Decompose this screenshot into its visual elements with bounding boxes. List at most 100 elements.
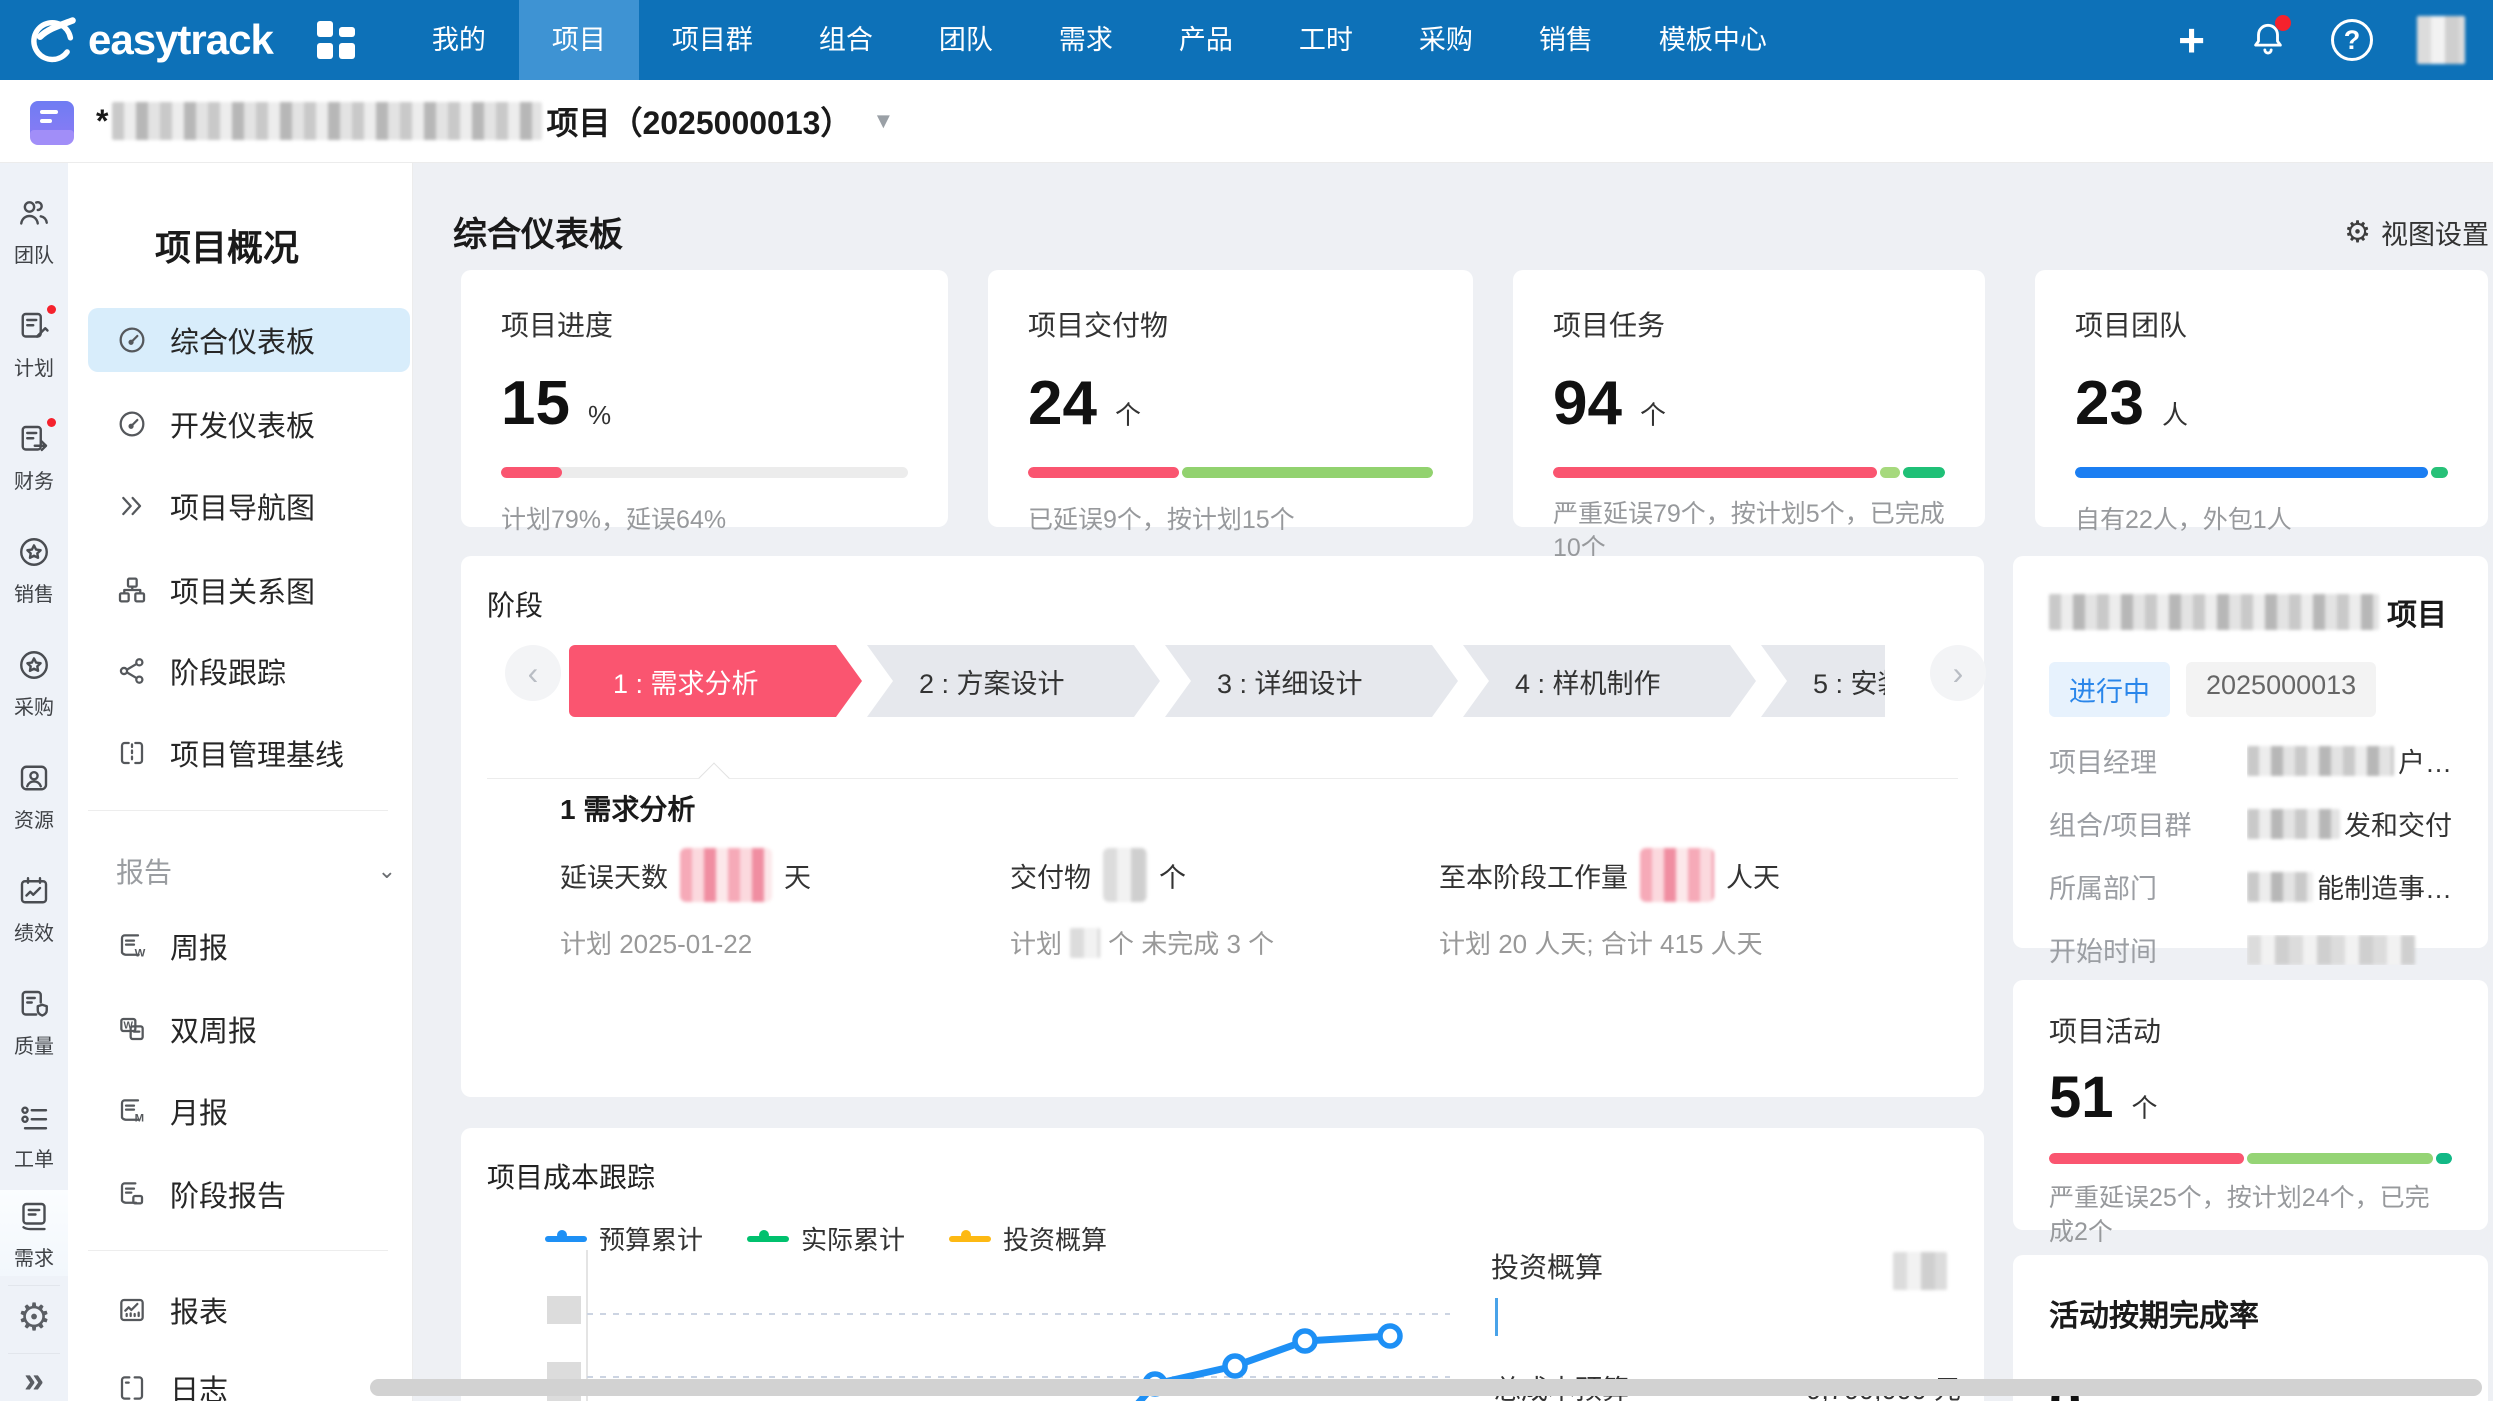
sidebar-item-log[interactable]: 日志 [88, 1356, 410, 1401]
sidebar-item-weekly-report[interactable]: W 周报 [88, 914, 410, 978]
progress-bar [2075, 467, 2448, 478]
sidebar-item-dev-dashboard[interactable]: 开发仪表板 [88, 392, 410, 456]
sidebar-item-biweekly-report[interactable]: W 双周报 [88, 997, 410, 1061]
sidebar-item-stage-tracking[interactable]: 阶段跟踪 [88, 639, 410, 703]
status-badge: 进行中 [2049, 662, 2170, 717]
kpi-title: 项目交付物 [1028, 304, 1433, 344]
redacted-value [2247, 935, 2415, 965]
apps-grid-icon[interactable] [313, 17, 359, 63]
kpi-caption: 已延误9个，按计划15个 [1028, 504, 1433, 538]
nav-item-sales[interactable]: 销售 [1506, 0, 1626, 80]
phase-2[interactable]: 2 : 方案设计 [867, 645, 1160, 717]
rail-item-demand[interactable]: 需求 [0, 1190, 68, 1276]
kpi-card-team: 项目团队 23人 自有22人，外包1人 [2035, 270, 2488, 527]
progress-segment [2075, 467, 2428, 478]
redacted-value [1070, 928, 1100, 958]
legend-marker [949, 1236, 991, 1242]
progress-segment [1553, 467, 1877, 478]
project-info-card: 项目 进行中 2025000013 项目经理 户… 组合/项目群 发和交付 所属… [2013, 556, 2488, 948]
sidebar-item-monthly-report[interactable]: M 月报 [88, 1079, 410, 1143]
rail-item-finance[interactable]: 财务 [0, 421, 68, 494]
svg-text:W: W [135, 948, 146, 960]
rail-item-sales[interactable]: 销售 [0, 534, 68, 607]
rail-item-team[interactable]: 团队 [0, 195, 68, 268]
kpi-caption: 计划79%，延误64% [501, 504, 908, 538]
phase-prev-button[interactable]: ‹ [505, 645, 561, 701]
project-switch-caret-icon[interactable]: ▼ [872, 108, 894, 134]
kpi-unit: % [588, 400, 611, 431]
section-sidebar: 项目概况 综合仪表板 开发仪表板 项目导航图 项目关系图 阶段跟踪 项目管理基线… [68, 163, 413, 1401]
sidebar-item-overview-dashboard[interactable]: 综合仪表板 [88, 308, 410, 372]
phase-5[interactable]: 5 : 安装调 [1761, 645, 1885, 717]
nav-item-project[interactable]: 项目 [519, 0, 639, 80]
phase-1[interactable]: 1 : 需求分析 [569, 645, 862, 717]
biweekly-report-icon: W [116, 1013, 148, 1045]
kpi-unit: 个 [1115, 395, 1141, 432]
ticket-list-icon [16, 1099, 52, 1135]
sidebar-item-navigation-map[interactable]: 项目导航图 [88, 474, 410, 538]
procurement-star-icon [16, 647, 52, 683]
horizontal-scrollbar[interactable] [370, 1379, 2482, 1396]
notification-bell-icon[interactable] [2249, 19, 2287, 62]
rail-item-resource[interactable]: 资源 [0, 760, 68, 833]
phases-title: 阶段 [487, 584, 543, 624]
nav-item-template-center[interactable]: 模板中心 [1626, 0, 1800, 80]
help-icon[interactable]: ? [2331, 19, 2373, 61]
gear-icon: ⚙ [2344, 215, 2371, 250]
demand-doc-icon [16, 1198, 52, 1234]
sidebar-item-relationship-map[interactable]: 项目关系图 [88, 558, 410, 622]
rail-divider [8, 1285, 60, 1286]
cost-title: 项目成本跟踪 [487, 1156, 655, 1196]
legend-marker [747, 1236, 789, 1242]
create-plus-icon[interactable]: + [2178, 20, 2205, 60]
kpi-title: 项目团队 [2075, 304, 2448, 344]
view-settings-button[interactable]: ⚙ 视图设置 [2344, 213, 2489, 252]
sidebar-item-stage-report[interactable]: 阶段报告 [88, 1162, 410, 1226]
kpi-title: 项目活动 [2049, 1010, 2452, 1050]
redacted-value [1893, 1252, 1947, 1290]
activity-card: 项目活动 51个 严重延误25个，按计划24个，已完成2个 [2013, 980, 2488, 1230]
gauge-icon [116, 408, 148, 440]
rail-settings-gear-icon[interactable]: ⚙ [0, 1295, 68, 1340]
log-doc-icon [116, 1372, 148, 1401]
rail-item-performance[interactable]: 绩效 [0, 873, 68, 946]
baseline-bracket-icon [116, 737, 148, 769]
project-header-bar: * 项目（2025000013） ▼ [0, 80, 2493, 163]
project-icon [30, 101, 74, 141]
monthly-report-icon: M [116, 1095, 148, 1127]
nav-item-demand[interactable]: 需求 [1026, 0, 1146, 80]
phase-next-button[interactable]: › [1930, 645, 1986, 701]
app: easytrack 我的 项目 项目群 组合 团队 需求 产品 工时 采购 销售… [0, 0, 2493, 1401]
sidebar-item-report-charts[interactable]: 报表 [88, 1278, 410, 1342]
nav-item-product[interactable]: 产品 [1146, 0, 1266, 80]
metric-deliverables: 交付物 个 计划 个 未完成 3 个 [1010, 848, 1274, 961]
kpi-card-deliverables: 项目交付物 24个 已延误9个，按计划15个 [988, 270, 1473, 527]
field-start-date: 开始时间 [2049, 930, 2452, 969]
rail-item-plan[interactable]: 计划 [0, 308, 68, 381]
phase-4[interactable]: 4 : 样机制作 [1463, 645, 1756, 717]
quality-icon [16, 986, 52, 1022]
field-project-manager: 项目经理 户… [2049, 741, 2452, 780]
nav-item-timesheet[interactable]: 工时 [1266, 0, 1386, 80]
sidebar-item-management-baseline[interactable]: 项目管理基线 [88, 721, 410, 785]
avatar[interactable] [2417, 16, 2465, 64]
logo[interactable]: easytrack [0, 14, 303, 66]
kpi-caption: 严重延误25个，按计划24个，已完成2个 [2049, 1182, 2452, 1250]
main-nav: 我的 项目 项目群 组合 团队 需求 产品 工时 采购 销售 模板中心 [399, 0, 1800, 80]
rail-item-procurement[interactable]: 采购 [0, 647, 68, 720]
nav-item-my[interactable]: 我的 [399, 0, 519, 80]
chevron-down-icon: ⌄ [378, 858, 396, 884]
nav-item-portfolio[interactable]: 组合 [786, 0, 906, 80]
nav-item-procurement[interactable]: 采购 [1386, 0, 1506, 80]
sidebar-section-reports[interactable]: 报告 ⌄ [116, 851, 396, 891]
nav-item-team[interactable]: 团队 [906, 0, 1026, 80]
phase-3[interactable]: 3 : 详细设计 [1165, 645, 1458, 717]
rail-expand-icon[interactable]: » [0, 1359, 68, 1401]
notification-dot [2275, 15, 2291, 31]
resource-icon [16, 760, 52, 796]
rail-item-ticket[interactable]: 工单 [0, 1099, 68, 1172]
project-title[interactable]: * 项目（2025000013） ▼ [96, 98, 894, 144]
nav-item-program[interactable]: 项目群 [639, 0, 786, 80]
kpi-value: 94 [1553, 368, 1622, 439]
rail-item-quality[interactable]: 质量 [0, 986, 68, 1059]
